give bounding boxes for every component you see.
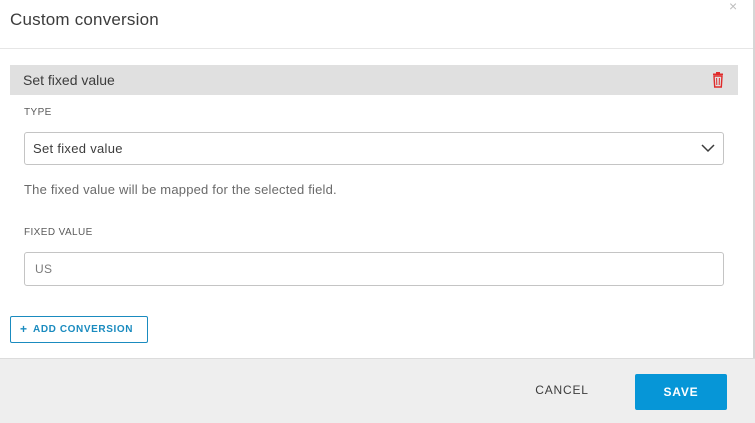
dialog-title: Custom conversion <box>10 10 159 29</box>
fixed-value-label: FIXED VALUE <box>24 227 93 238</box>
dialog-header: Custom conversion × <box>0 0 753 49</box>
custom-conversion-dialog: Custom conversion × Set fixed value TYPE… <box>0 0 755 423</box>
type-select-value: Set fixed value <box>33 141 123 156</box>
add-conversion-button[interactable]: + ADD CONVERSION <box>10 316 148 343</box>
close-icon[interactable]: × <box>729 0 741 13</box>
add-conversion-label: ADD CONVERSION <box>33 324 134 335</box>
conversion-section-title: Set fixed value <box>23 72 115 88</box>
chevron-down-icon <box>701 144 715 153</box>
fixed-value-text: US <box>35 262 53 276</box>
type-select[interactable]: Set fixed value <box>24 132 724 165</box>
conversion-section-header: Set fixed value <box>10 65 738 95</box>
cancel-button[interactable]: CANCEL <box>524 383 600 403</box>
helper-text: The fixed value will be mapped for the s… <box>24 182 337 197</box>
dialog-footer: CANCEL SAVE <box>0 358 755 423</box>
trash-icon[interactable] <box>711 72 725 88</box>
fixed-value-input[interactable]: US <box>24 252 724 286</box>
save-button[interactable]: SAVE <box>635 374 727 410</box>
type-label: TYPE <box>24 107 52 118</box>
plus-icon: + <box>20 322 28 336</box>
